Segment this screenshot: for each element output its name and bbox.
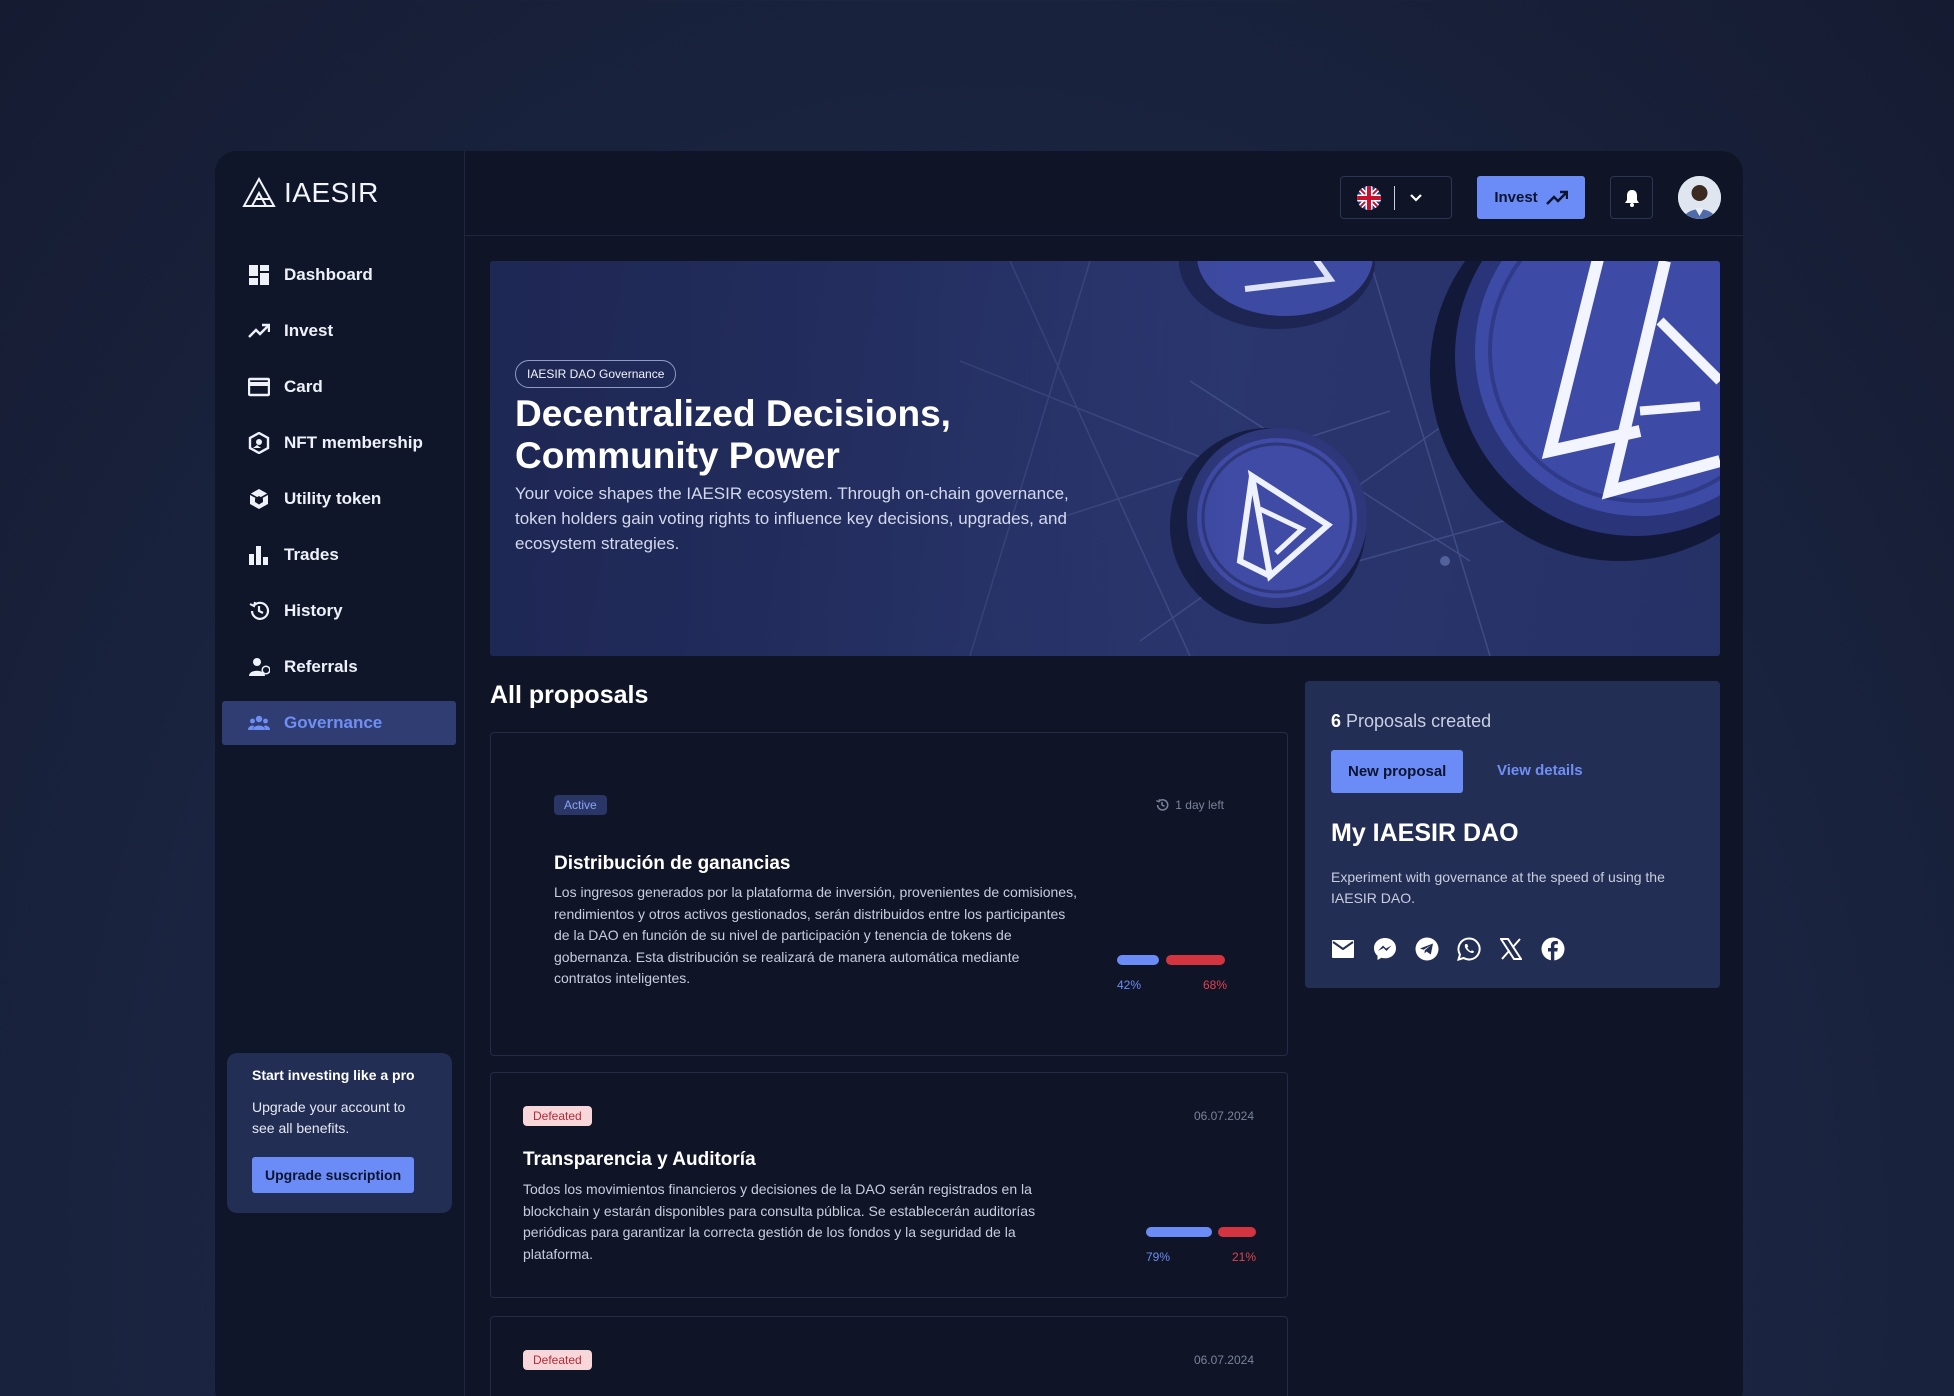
- history-icon: [249, 601, 270, 620]
- sidebar-item-trades[interactable]: Trades: [222, 533, 456, 577]
- vote-results: 42% 68%: [1117, 955, 1227, 995]
- language-selector[interactable]: [1340, 176, 1452, 219]
- sidebar-item-nft-membership[interactable]: NFT membership: [222, 421, 456, 465]
- status-badge: Defeated: [523, 1106, 592, 1126]
- app-window: IAESIR Dashboard Invest Card NFT members…: [215, 151, 1743, 1396]
- votes-for-percent: 42%: [1117, 978, 1142, 992]
- referrals-icon: [249, 658, 270, 676]
- panel-title: My IAESIR DAO: [1331, 819, 1519, 847]
- hero-banner: IAESIR DAO Governance Decentralized Deci…: [490, 261, 1720, 656]
- vote-results: 79% 21%: [1146, 1227, 1256, 1267]
- chevron-down-icon: [1410, 193, 1422, 202]
- card-icon: [248, 377, 270, 397]
- proposal-description: Todos los movimientos financieros y deci…: [523, 1181, 1036, 1262]
- sidebar-item-label: NFT membership: [284, 433, 423, 452]
- proposal-date-text: 06.07.2024: [1193, 1353, 1254, 1367]
- sidebar-nav: Dashboard Invest Card NFT membership Uti…: [222, 253, 456, 757]
- sidebar-item-governance[interactable]: Governance: [222, 701, 456, 745]
- uk-flag-icon: [1357, 185, 1381, 210]
- status-badge: Active: [554, 795, 607, 815]
- share-icons: [1331, 937, 1565, 961]
- sidebar-item-referrals[interactable]: Referrals: [222, 645, 456, 689]
- proposal-card[interactable]: Active 1 day left Distribución de gananc…: [490, 732, 1288, 1056]
- votes-for-bar: [1117, 955, 1159, 965]
- user-avatar[interactable]: [1678, 176, 1721, 219]
- history-icon: [1156, 799, 1169, 811]
- invest-button-label: Invest: [1494, 189, 1538, 206]
- proposals-count: 6 Proposals created: [1331, 711, 1491, 732]
- sidebar-item-label: Trades: [284, 545, 339, 564]
- logo[interactable]: IAESIR: [242, 177, 379, 209]
- messenger-icon[interactable]: [1373, 937, 1397, 961]
- sidebar-item-card[interactable]: Card: [222, 365, 456, 409]
- notifications-button[interactable]: [1610, 176, 1653, 219]
- top-bar: Invest: [465, 151, 1743, 236]
- trending-up-icon: [1545, 190, 1568, 205]
- invest-button[interactable]: Invest: [1477, 176, 1585, 219]
- iaesir-logo-icon: [242, 177, 276, 207]
- panel-description: Experiment with governance at the speed …: [1331, 869, 1665, 906]
- proposal-title: Transparencia y Auditoría: [523, 1149, 756, 1170]
- facebook-icon[interactable]: [1541, 937, 1565, 961]
- proposal-card[interactable]: Defeated 06.07.2024: [490, 1316, 1288, 1396]
- language-divider: [1394, 185, 1395, 210]
- sidebar-item-label: Card: [284, 377, 323, 396]
- nft-icon: [248, 432, 270, 454]
- proposal-description: Los ingresos generados por la plataforma…: [554, 884, 1077, 986]
- votes-for-bar: [1146, 1227, 1212, 1237]
- votes-against-bar: [1218, 1227, 1256, 1237]
- votes-against-percent: 68%: [1202, 978, 1227, 992]
- sidebar-item-label: Utility token: [284, 489, 382, 508]
- proposals-count-label: Proposals created: [1346, 711, 1492, 731]
- time-left: 1 day left: [1175, 798, 1224, 812]
- bell-icon: [1624, 189, 1639, 207]
- sidebar-item-label: Dashboard: [284, 265, 373, 284]
- promo-title: Start investing like a pro: [252, 1067, 415, 1083]
- proposal-date: 06.07.2024: [1194, 1353, 1254, 1367]
- proposal-card[interactable]: Defeated 06.07.2024 Transparencia y Audi…: [490, 1072, 1288, 1298]
- token-icon: [249, 489, 269, 509]
- votes-for-percent: 79%: [1146, 1250, 1171, 1264]
- proposals-count-number: 6: [1331, 711, 1342, 731]
- proposal-title: Distribución de ganancias: [554, 853, 791, 874]
- sidebar-item-label: History: [284, 601, 343, 620]
- votes-against-bar: [1166, 955, 1225, 965]
- status-badge: Defeated: [523, 1350, 592, 1370]
- dao-summary-panel: 6 Proposals created New proposal View de…: [1305, 681, 1720, 988]
- sidebar-item-history[interactable]: History: [222, 589, 456, 633]
- view-details-link[interactable]: View details: [1497, 762, 1583, 779]
- logo-text: IAESIR: [284, 177, 379, 208]
- hero-description: Your voice shapes the IAESIR ecosystem. …: [515, 484, 1069, 553]
- sidebar-item-label: Invest: [284, 321, 334, 340]
- proposal-date-text: 06.07.2024: [1193, 1109, 1254, 1123]
- hero-tag: IAESIR DAO Governance: [515, 360, 677, 388]
- telegram-icon[interactable]: [1415, 937, 1439, 961]
- upgrade-promo-card: Start investing like a pro Upgrade your …: [227, 1053, 452, 1213]
- x-icon[interactable]: [1499, 937, 1523, 961]
- sidebar-item-label: Referrals: [284, 657, 358, 676]
- proposals-title: All proposals: [490, 681, 649, 709]
- sidebar-item-utility-token[interactable]: Utility token: [222, 477, 456, 521]
- proposal-date: 06.07.2024: [1194, 1109, 1254, 1123]
- hero-title: Decentralized Decisions, Community Power: [515, 393, 951, 476]
- trending-up-icon: [248, 323, 270, 338]
- proposal-meta: 1 day left: [1155, 798, 1224, 812]
- bar-chart-icon: [249, 546, 268, 565]
- governance-icon: [248, 715, 270, 730]
- sidebar-item-label: Governance: [284, 713, 383, 732]
- promo-text: Upgrade your account to see all benefits…: [252, 1099, 406, 1136]
- sidebar-item-dashboard[interactable]: Dashboard: [222, 253, 456, 297]
- whatsapp-icon[interactable]: [1457, 937, 1481, 961]
- votes-against-percent: 21%: [1231, 1250, 1256, 1264]
- avatar-image: [1678, 176, 1721, 219]
- new-proposal-button[interactable]: New proposal: [1331, 750, 1464, 793]
- upgrade-subscription-button[interactable]: Upgrade suscription: [252, 1157, 415, 1193]
- mail-icon[interactable]: [1331, 937, 1355, 961]
- dashboard-icon: [249, 265, 269, 285]
- sidebar: IAESIR Dashboard Invest Card NFT members…: [215, 151, 465, 1396]
- sidebar-item-invest[interactable]: Invest: [222, 309, 456, 353]
